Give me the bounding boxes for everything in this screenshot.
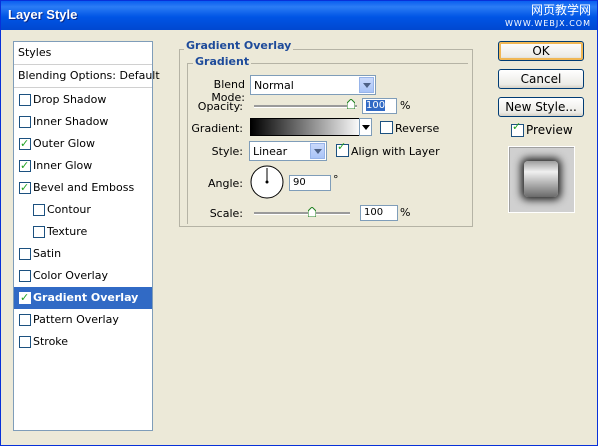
style-item-label: Satin	[33, 247, 62, 260]
gradient-picker-dropdown[interactable]	[359, 118, 372, 136]
watermark-line1: 网页教学网	[530, 3, 591, 17]
opacity-unit: %	[400, 99, 411, 112]
satin-checkbox[interactable]	[19, 248, 31, 260]
opacity-input[interactable]: 100	[362, 98, 397, 114]
title-bar[interactable]: Layer Style 网页教学网 WWW.WEBJX.COM	[1, 1, 597, 30]
style-preview	[508, 146, 575, 213]
style-item-bevel-emboss[interactable]: Bevel and Emboss	[14, 177, 152, 199]
opacity-label: Opacity:	[197, 100, 243, 113]
angle-dial[interactable]	[249, 164, 285, 200]
style-item-drop-shadow[interactable]: Drop Shadow	[14, 89, 152, 111]
style-item-label: Inner Shadow	[33, 115, 109, 128]
outer-glow-checkbox[interactable]	[19, 133, 31, 155]
style-item-inner-shadow[interactable]: Inner Shadow	[14, 111, 152, 133]
drop-shadow-checkbox[interactable]	[19, 94, 31, 106]
reverse-label: Reverse	[395, 122, 440, 135]
color-overlay-checkbox[interactable]	[19, 270, 31, 282]
angle-unit: °	[333, 173, 339, 186]
group-title: Gradient Overlay	[184, 39, 294, 52]
styles-header[interactable]: Styles	[14, 42, 152, 65]
style-item-label: Inner Glow	[33, 159, 93, 172]
subgroup-title: Gradient	[193, 55, 252, 68]
angle-value: 90	[293, 177, 306, 188]
gradient-swatch[interactable]	[250, 118, 362, 136]
chevron-down-icon[interactable]	[310, 143, 325, 159]
style-item-label: Drop Shadow	[33, 93, 107, 106]
style-item-gradient-overlay[interactable]: Gradient Overlay	[14, 287, 152, 309]
style-item-stroke[interactable]: Stroke	[14, 331, 152, 353]
stroke-checkbox[interactable]	[19, 336, 31, 348]
style-item-outer-glow[interactable]: Outer Glow	[14, 133, 152, 155]
style-item-label: Color Overlay	[33, 269, 108, 282]
scale-slider-track[interactable]	[254, 212, 350, 215]
inner-glow-checkbox[interactable]	[19, 155, 31, 177]
preview-checkbox[interactable]	[511, 120, 524, 137]
chevron-down-icon	[362, 125, 370, 130]
watermark-line2: WWW.WEBJX.COM	[505, 19, 591, 28]
scale-input[interactable]: 100	[360, 205, 398, 221]
angle-input[interactable]: 90	[289, 175, 331, 191]
reverse-checkbox[interactable]	[380, 121, 393, 134]
opacity-slider-thumb[interactable]	[347, 99, 355, 109]
style-label: Style:	[211, 145, 243, 158]
style-item-label: Bevel and Emboss	[33, 181, 135, 194]
preview-label: Preview	[526, 123, 573, 137]
styles-list: Styles Blending Options: Default Drop Sh…	[13, 41, 160, 431]
scale-slider-thumb[interactable]	[307, 207, 316, 217]
style-item-texture[interactable]: Texture	[14, 221, 152, 243]
bevel-emboss-checkbox[interactable]	[19, 177, 31, 199]
new-style-button[interactable]: New Style...	[498, 97, 584, 117]
opacity-value: 100	[366, 100, 386, 111]
texture-checkbox[interactable]	[33, 226, 45, 238]
scale-value: 100	[364, 207, 384, 218]
chevron-down-icon[interactable]	[359, 77, 374, 93]
scale-label: Scale:	[209, 207, 243, 220]
style-item-label: Contour	[47, 203, 91, 216]
window-title: Layer Style	[8, 7, 78, 22]
blend-mode-value: Normal	[254, 79, 294, 92]
scale-unit: %	[400, 206, 411, 219]
gradient-overlay-checkbox[interactable]	[19, 287, 31, 309]
style-select[interactable]: Linear	[249, 141, 327, 161]
angle-label: Angle:	[207, 177, 243, 190]
style-item-label: Outer Glow	[33, 137, 96, 150]
style-item-inner-glow[interactable]: Inner Glow	[14, 155, 152, 177]
contour-checkbox[interactable]	[33, 204, 45, 216]
style-item-pattern-overlay[interactable]: Pattern Overlay	[14, 309, 152, 331]
style-item-color-overlay[interactable]: Color Overlay	[14, 265, 152, 287]
blend-mode-select[interactable]: Normal	[250, 75, 376, 95]
blending-options[interactable]: Blending Options: Default	[14, 65, 160, 88]
style-item-satin[interactable]: Satin	[14, 243, 152, 265]
layer-style-dialog: Layer Style 网页教学网 WWW.WEBJX.COM Styles B…	[0, 0, 598, 446]
ok-button[interactable]: OK	[498, 41, 584, 61]
pattern-overlay-checkbox[interactable]	[19, 314, 31, 326]
style-item-contour[interactable]: Contour	[14, 199, 152, 221]
preview-swatch	[524, 161, 558, 197]
style-item-label: Gradient Overlay	[33, 291, 139, 304]
cancel-button[interactable]: Cancel	[498, 69, 584, 89]
align-with-layer-checkbox[interactable]	[336, 140, 349, 157]
watermark: 网页教学网 WWW.WEBJX.COM	[505, 4, 591, 30]
inner-shadow-checkbox[interactable]	[19, 116, 31, 128]
align-with-layer-label: Align with Layer	[351, 145, 440, 158]
style-item-label: Pattern Overlay	[33, 313, 119, 326]
gradient-label: Gradient:	[191, 122, 243, 135]
style-item-label: Stroke	[33, 335, 69, 348]
style-item-label: Texture	[47, 225, 88, 238]
style-value: Linear	[253, 145, 288, 158]
opacity-slider-track[interactable]	[254, 105, 357, 108]
